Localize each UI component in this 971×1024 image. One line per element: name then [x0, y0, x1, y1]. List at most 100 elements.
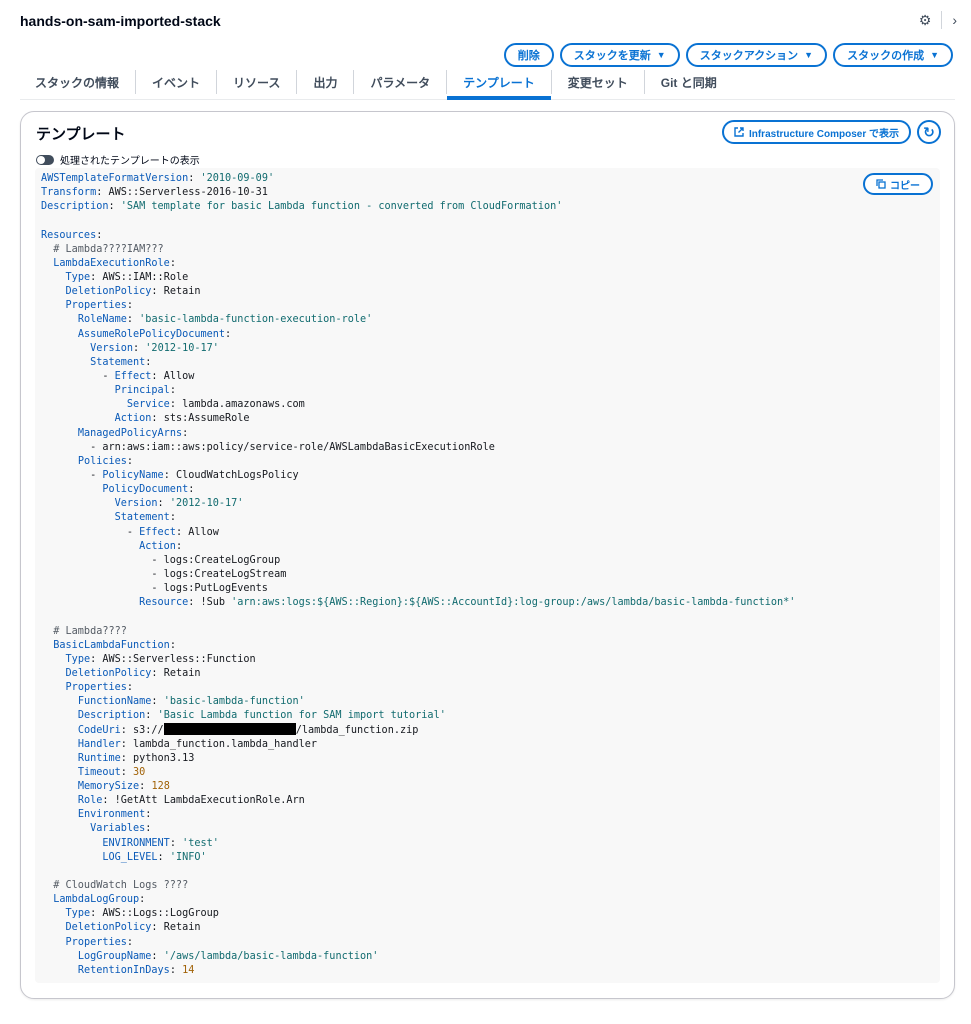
code-line: Type: AWS::Logs::LogGroup [41, 907, 934, 921]
refresh-button[interactable]: ↻ [917, 120, 941, 144]
code-token: Runtime [77, 752, 121, 764]
code-line: Transform: AWS::Serverless-2016-10-31 [41, 186, 934, 200]
code-token: 'Basic Lambda function for SAM import tu… [157, 710, 446, 722]
tab-3[interactable]: 出力 [297, 70, 355, 94]
code-token: : [169, 385, 176, 397]
code-token: : [169, 639, 176, 651]
code-line: FunctionName: 'basic-lambda-function' [41, 695, 934, 709]
code-line: ENVIRONMENT: 'test' [41, 837, 934, 851]
code-line: Properties: [41, 681, 934, 695]
code-line: # Lambda????IAM??? [41, 243, 934, 257]
code-line: LambdaLogGroup: [41, 893, 934, 907]
code-token: : Retain [151, 286, 201, 298]
code-token: RetentionInDays [77, 964, 170, 976]
code-token: LambdaLogGroup [53, 894, 140, 906]
code-token: PolicyDocument [102, 484, 189, 496]
stack-actions-button[interactable]: スタックアクション ▼ [685, 43, 828, 67]
gear-icon[interactable]: ⚙ [919, 11, 932, 29]
code-line: # Lambda???? [41, 625, 934, 639]
panel-title: テンプレート [36, 126, 126, 143]
code-token: LambdaExecutionRole [53, 257, 170, 269]
code-token: 30 [133, 766, 146, 778]
code-line: Statement: [41, 356, 934, 370]
tab-7[interactable]: Git と同期 [645, 70, 733, 94]
code-token: : [145, 809, 152, 821]
delete-label: 削除 [517, 50, 540, 62]
code-line: Properties: [41, 299, 934, 313]
code-token: : [151, 696, 164, 708]
code-token: : lambda.amazonaws.com [169, 399, 305, 411]
code-token: PolicyName [102, 469, 164, 481]
code-line: - logs:PutLogEvents [41, 582, 934, 596]
code-token: - logs:CreateLogStream [41, 568, 287, 580]
code-line: CodeUri: s3:// /lambda_function.zip [41, 723, 934, 737]
code-line: Description: 'Basic Lambda function for … [41, 709, 934, 723]
copy-icon [876, 179, 886, 189]
code-token: : [108, 201, 121, 213]
code-line: LambdaExecutionRole: [41, 257, 934, 271]
processed-template-toggle[interactable] [36, 154, 54, 165]
tab-1[interactable]: イベント [136, 70, 218, 94]
tab-6[interactable]: 変更セット [552, 70, 645, 94]
external-link-icon [734, 127, 744, 137]
code-line: DeletionPolicy: Retain [41, 285, 934, 299]
code-token: - [41, 370, 115, 382]
tab-5[interactable]: テンプレート [447, 70, 552, 100]
code-token: AWSTemplateFormatVersion [41, 173, 189, 184]
code-token: : [151, 950, 164, 962]
code-line: Policies: [41, 455, 934, 469]
infrastructure-composer-button[interactable]: Infrastructure Composer で表示 [721, 120, 911, 144]
code-token: '2012-10-17' [169, 498, 244, 510]
code-token: MemorySize [77, 781, 140, 793]
code-token: Description [41, 201, 109, 213]
code-token: - arn:aws:iam::aws:policy/service-role/A… [41, 441, 495, 453]
delete-button[interactable]: 削除 [503, 43, 554, 67]
code-token: : [169, 257, 176, 269]
update-stack-button[interactable]: スタックを更新 ▼ [559, 43, 680, 67]
code-token: '2012-10-17' [145, 342, 219, 354]
code-line: RetentionInDays: 14 [41, 964, 934, 978]
code-line: PolicyDocument: [41, 483, 934, 497]
code-token: Handler [77, 738, 121, 750]
code-token: : [145, 356, 152, 368]
code-line: Resources: [41, 229, 934, 243]
code-token: DeletionPolicy [65, 922, 152, 934]
code-token: : lambda_function.lambda_handler [120, 738, 318, 750]
tab-4[interactable]: パラメータ [354, 70, 448, 94]
code-token: Properties [65, 300, 127, 312]
template-code-block[interactable]: コピー AWSTemplateFormatVersion: '2010-09-0… [35, 168, 940, 983]
code-line: LOG_LEVEL: 'INFO' [41, 851, 934, 865]
chevron-right-icon[interactable]: › [952, 11, 957, 29]
code-line: - Effect: Allow [41, 370, 934, 384]
caret-down-icon: ▼ [804, 50, 814, 60]
code-token: : [175, 540, 183, 552]
code-token: Variables [90, 823, 146, 835]
code-token: : [126, 936, 134, 948]
code-token: Policies [77, 455, 127, 467]
create-stack-button[interactable]: スタックの作成 ▼ [833, 43, 953, 67]
code-line: Version: '2012-10-17' [41, 342, 934, 356]
copy-button[interactable]: コピー [863, 173, 933, 195]
tab-2[interactable]: リソース [217, 70, 298, 94]
code-token: ManagedPolicyArns [77, 427, 183, 439]
code-line: AWSTemplateFormatVersion: '2010-09-09' [41, 172, 934, 186]
code-token: : Allow [151, 370, 195, 382]
code-line: - arn:aws:iam::aws:policy/service-role/A… [41, 441, 934, 455]
code-token: : AWS::Serverless::Function [90, 653, 256, 665]
code-token: : [169, 512, 176, 524]
code-token: - logs:PutLogEvents [41, 583, 268, 595]
tab-0[interactable]: スタックの情報 [20, 70, 137, 94]
code-token: Statement [90, 356, 146, 368]
code-line: DeletionPolicy: Retain [41, 921, 934, 935]
